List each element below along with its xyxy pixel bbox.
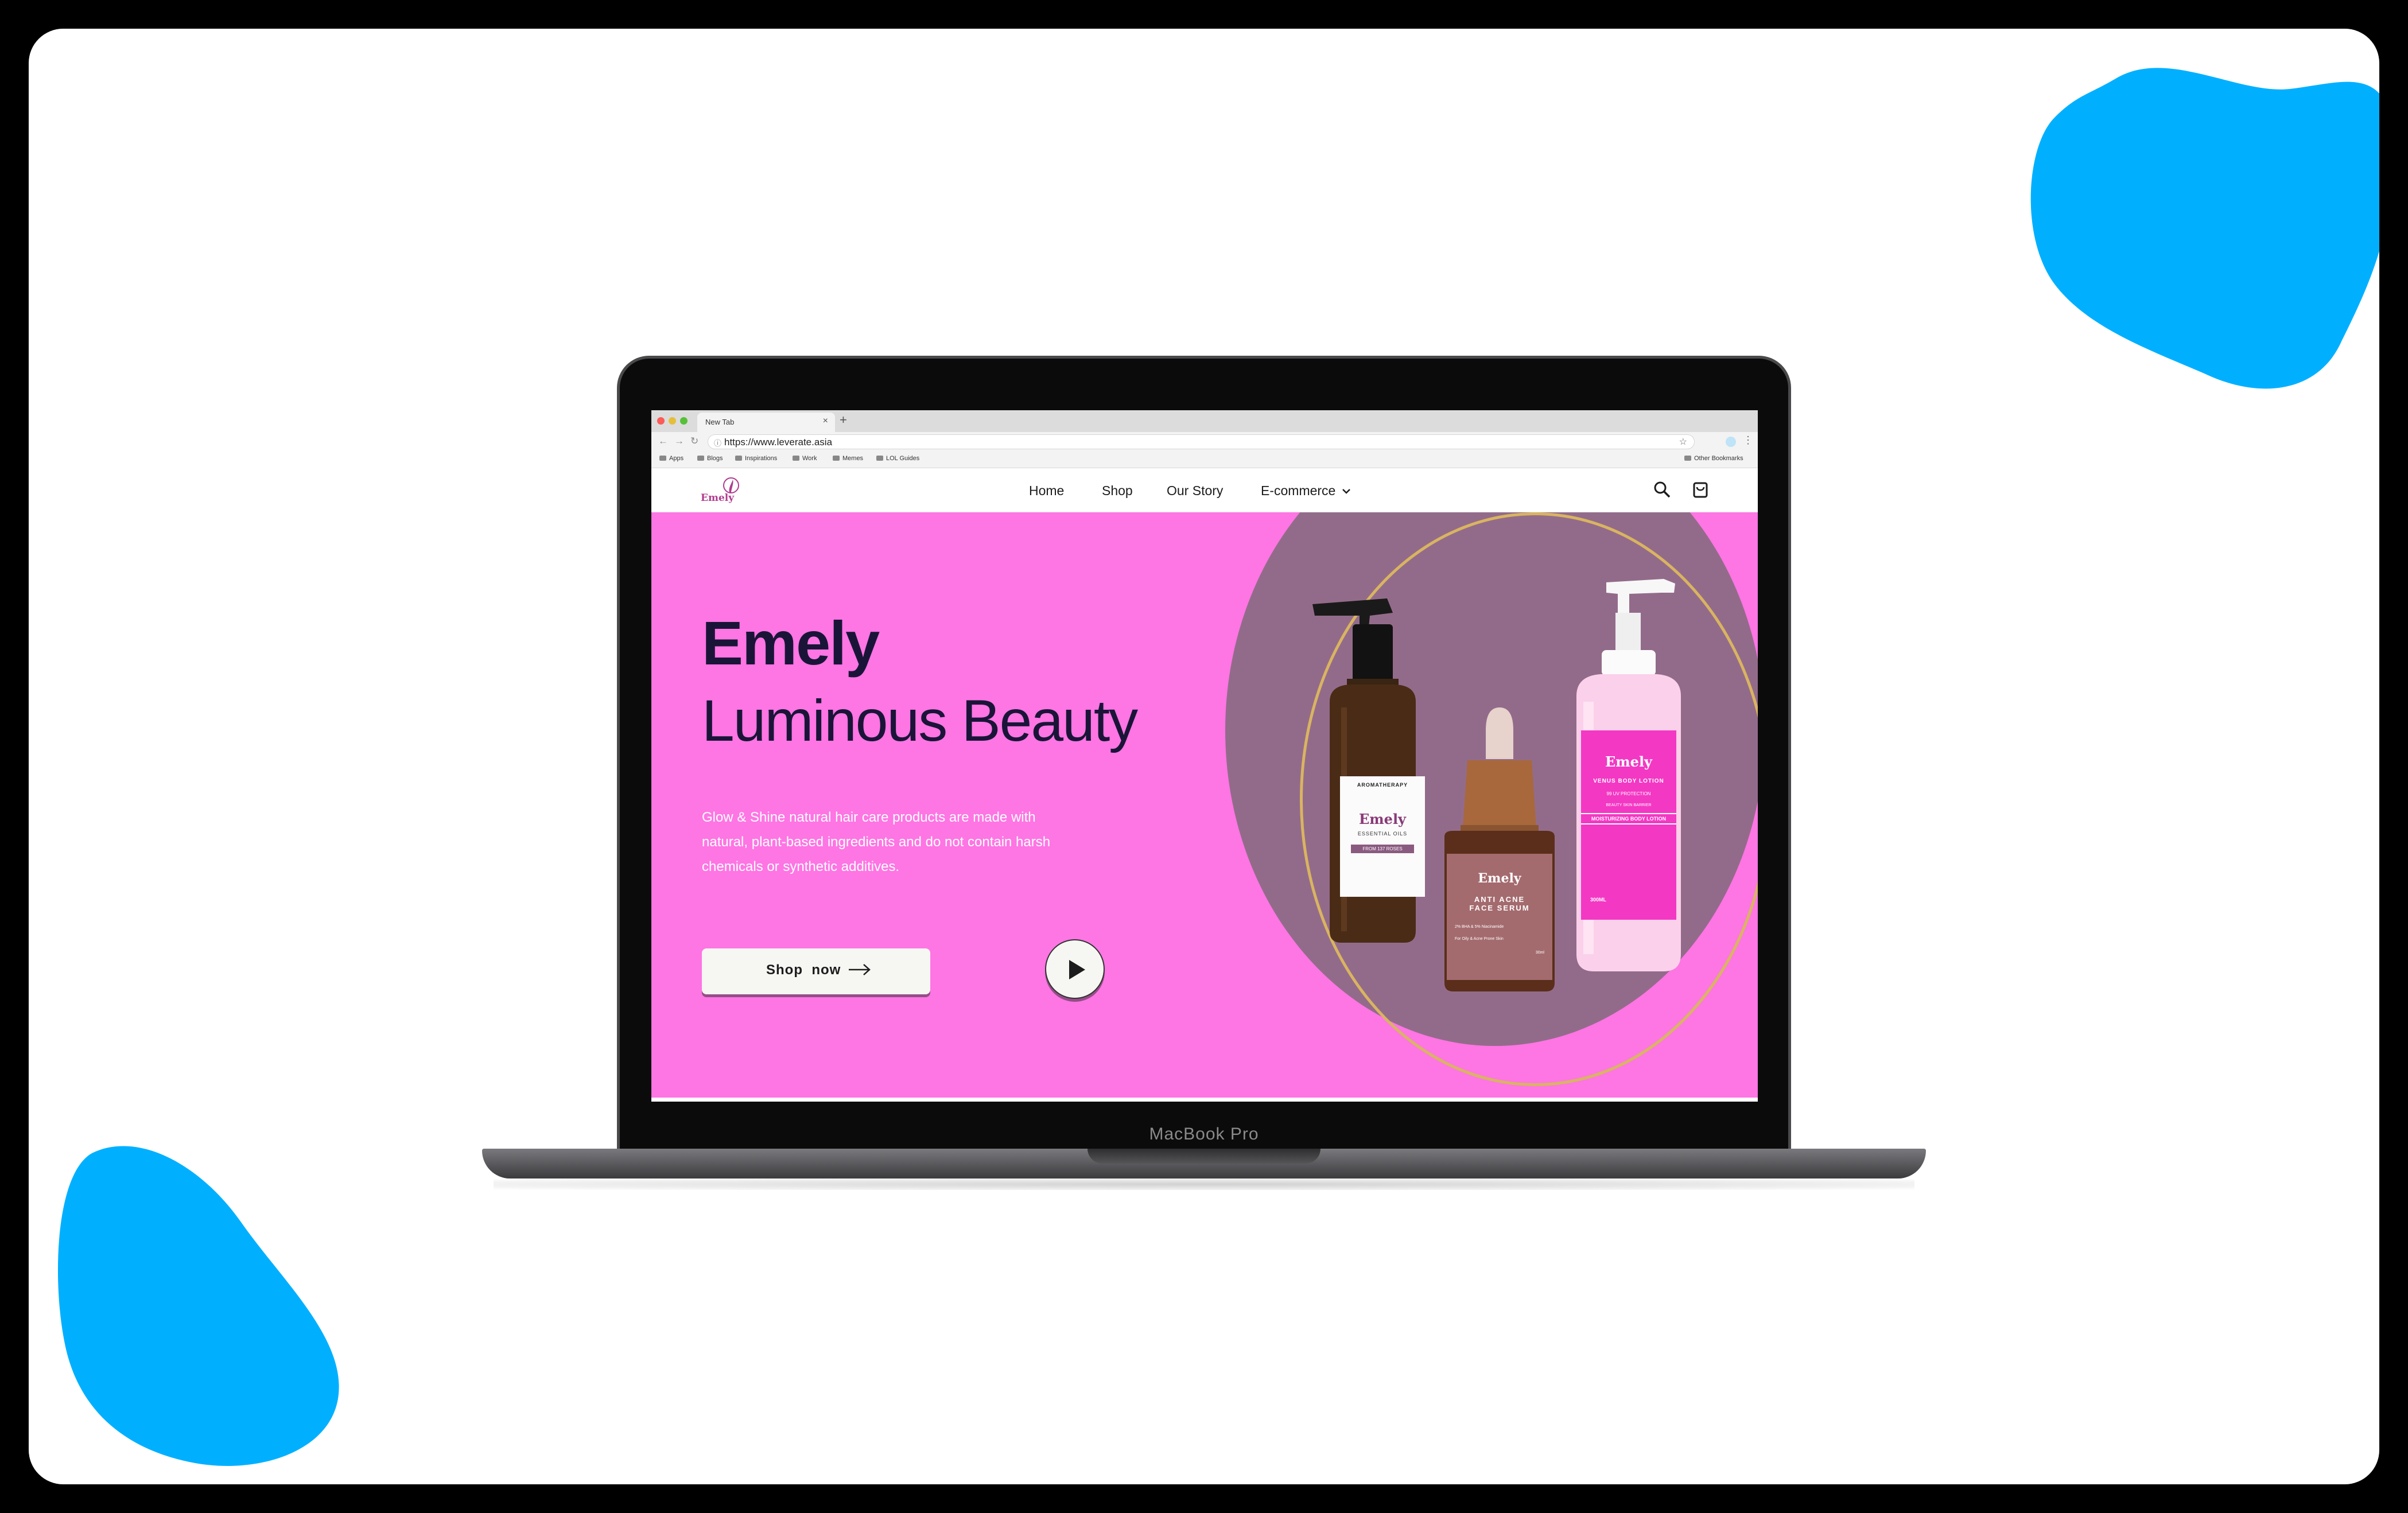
product-body-lotion[interactable]: Emely VENUS BODY LOTION 99 UV PROTECTION… [1560,575,1710,977]
browser-tab[interactable]: New Tab × [697,413,835,432]
apps-icon [659,456,666,461]
logo-text: Emely [701,492,735,504]
serum-label-name1: ANTI ACNE [1474,895,1525,904]
nav-ecommerce[interactable]: E-commerce [1261,483,1351,499]
serum-label-brand: Emely [1478,871,1521,886]
tab-title: New Tab [705,418,735,426]
hero-title: Emely [702,608,880,678]
browser-address-bar: ← → ↻ ⓘ https://www.leverate.asia ☆ ⋮ [651,432,1758,452]
oil-label: AROMATHERAPY Emely ESSENTIAL OILS FROM 1… [1340,776,1425,897]
back-icon[interactable]: ← [658,435,668,447]
reload-icon[interactable]: ↻ [690,435,698,447]
browser-menu-icon[interactable]: ⋮ [1743,434,1753,446]
hero-description: Glow & Shine natural hair care products … [702,810,1051,874]
laptop-notch [1088,1149,1320,1164]
oil-label-brand: Emely [1358,811,1407,827]
folder-icon [697,456,704,461]
bookmark-memes[interactable]: Memes [833,455,863,462]
laptop-screen: New Tab × + ← → ↻ ⓘ https://www.leverate… [651,410,1758,1102]
serum-label: Emely ANTI ACNE FACE SERUM 2% BHA & 5% N… [1447,854,1552,980]
serum-label-name2: FACE SERUM [1469,904,1530,912]
site-logo[interactable]: Emely [701,475,741,507]
maximize-window-dot[interactable] [680,417,688,425]
folder-icon [1684,456,1691,461]
search-icon[interactable] [1652,480,1672,499]
lotion-label: Emely VENUS BODY LOTION 99 UV PROTECTION… [1581,730,1676,920]
forward-icon[interactable]: → [674,435,684,447]
folder-icon [793,456,799,461]
new-tab-icon[interactable]: + [840,413,847,427]
nav-shop[interactable]: Shop [1102,483,1133,499]
serum-label-detail2: For Oily & Acne Prone Skin [1455,937,1504,941]
lotion-label-sub2: BEAUTY SKIN BARRIER [1606,803,1652,807]
play-video-button[interactable] [1045,939,1105,999]
bookmark-lol-guides[interactable]: LOL Guides [876,455,919,462]
tab-close-icon[interactable]: × [823,416,828,426]
bookmark-apps[interactable]: Apps [659,455,683,462]
oil-label-line1: AROMATHERAPY [1357,782,1408,788]
cart-icon[interactable] [1691,480,1710,499]
browser-tab-bar: New Tab × + [651,410,1758,432]
chevron-down-icon [1342,489,1350,494]
minimize-window-dot[interactable] [669,417,676,425]
arrow-right-icon [849,964,871,975]
folder-icon [833,456,840,461]
extension-icon[interactable] [1726,437,1736,447]
bookmarks-bar: Apps Blogs Inspirations Work Memes LOL G… [651,452,1758,468]
nav-our-story[interactable]: Our Story [1167,483,1223,499]
device-label: MacBook Pro [1149,1125,1259,1143]
folder-icon [876,456,883,461]
play-icon [1069,960,1085,979]
shop-now-button[interactable]: Shop now [702,948,930,994]
folder-icon [735,456,742,461]
other-bookmarks[interactable]: Other Bookmarks [1684,455,1743,462]
bookmark-blogs[interactable]: Blogs [697,455,723,462]
lotion-label-brand: Emely [1605,753,1653,770]
nav-home[interactable]: Home [1029,483,1064,499]
shop-now-label: Shop now [766,962,841,978]
url-text: https://www.leverate.asia [724,437,833,448]
url-input[interactable]: ⓘ https://www.leverate.asia ☆ [708,434,1695,449]
bookmark-work[interactable]: Work [793,455,817,462]
lotion-label-sub: 99 UV PROTECTION [1606,791,1651,796]
product-face-serum[interactable]: Emely ANTI ACNE FACE SERUM 2% BHA & 5% N… [1439,707,1560,994]
hero-subtitle: Luminous Beauty [702,688,1138,753]
serum-label-size: 30ml [1535,951,1544,955]
decorative-blob-top-right [2030,68,2379,389]
oil-label-name: ESSENTIAL OILS [1357,831,1408,837]
site-header: Emely Home Shop Our Story E-commerce [651,468,1758,512]
bookmark-star-icon[interactable]: ☆ [1679,436,1687,448]
bookmark-inspirations[interactable]: Inspirations [735,455,777,462]
lotion-label-size: 300ML [1590,897,1607,903]
laptop-shadow [494,1178,1914,1190]
lotion-label-name: VENUS BODY LOTION [1593,778,1664,784]
info-icon[interactable]: ⓘ [714,437,721,448]
serum-label-detail: 2% BHA & 5% Niacinamide [1455,925,1504,929]
product-essential-oil[interactable]: AROMATHERAPY Emely ESSENTIAL OILS FROM 1… [1307,593,1439,948]
close-window-dot[interactable] [657,417,665,425]
lotion-label-band: MOISTURIZING BODY LOTION [1581,813,1676,824]
nav-ecommerce-label: E-commerce [1261,483,1336,498]
hero-section: Emely Luminous Beauty Glow & Shine natur… [651,512,1758,1098]
oil-label-tag: FROM 137 ROSES [1351,845,1414,853]
decorative-blob-bottom-left [57,1146,339,1466]
